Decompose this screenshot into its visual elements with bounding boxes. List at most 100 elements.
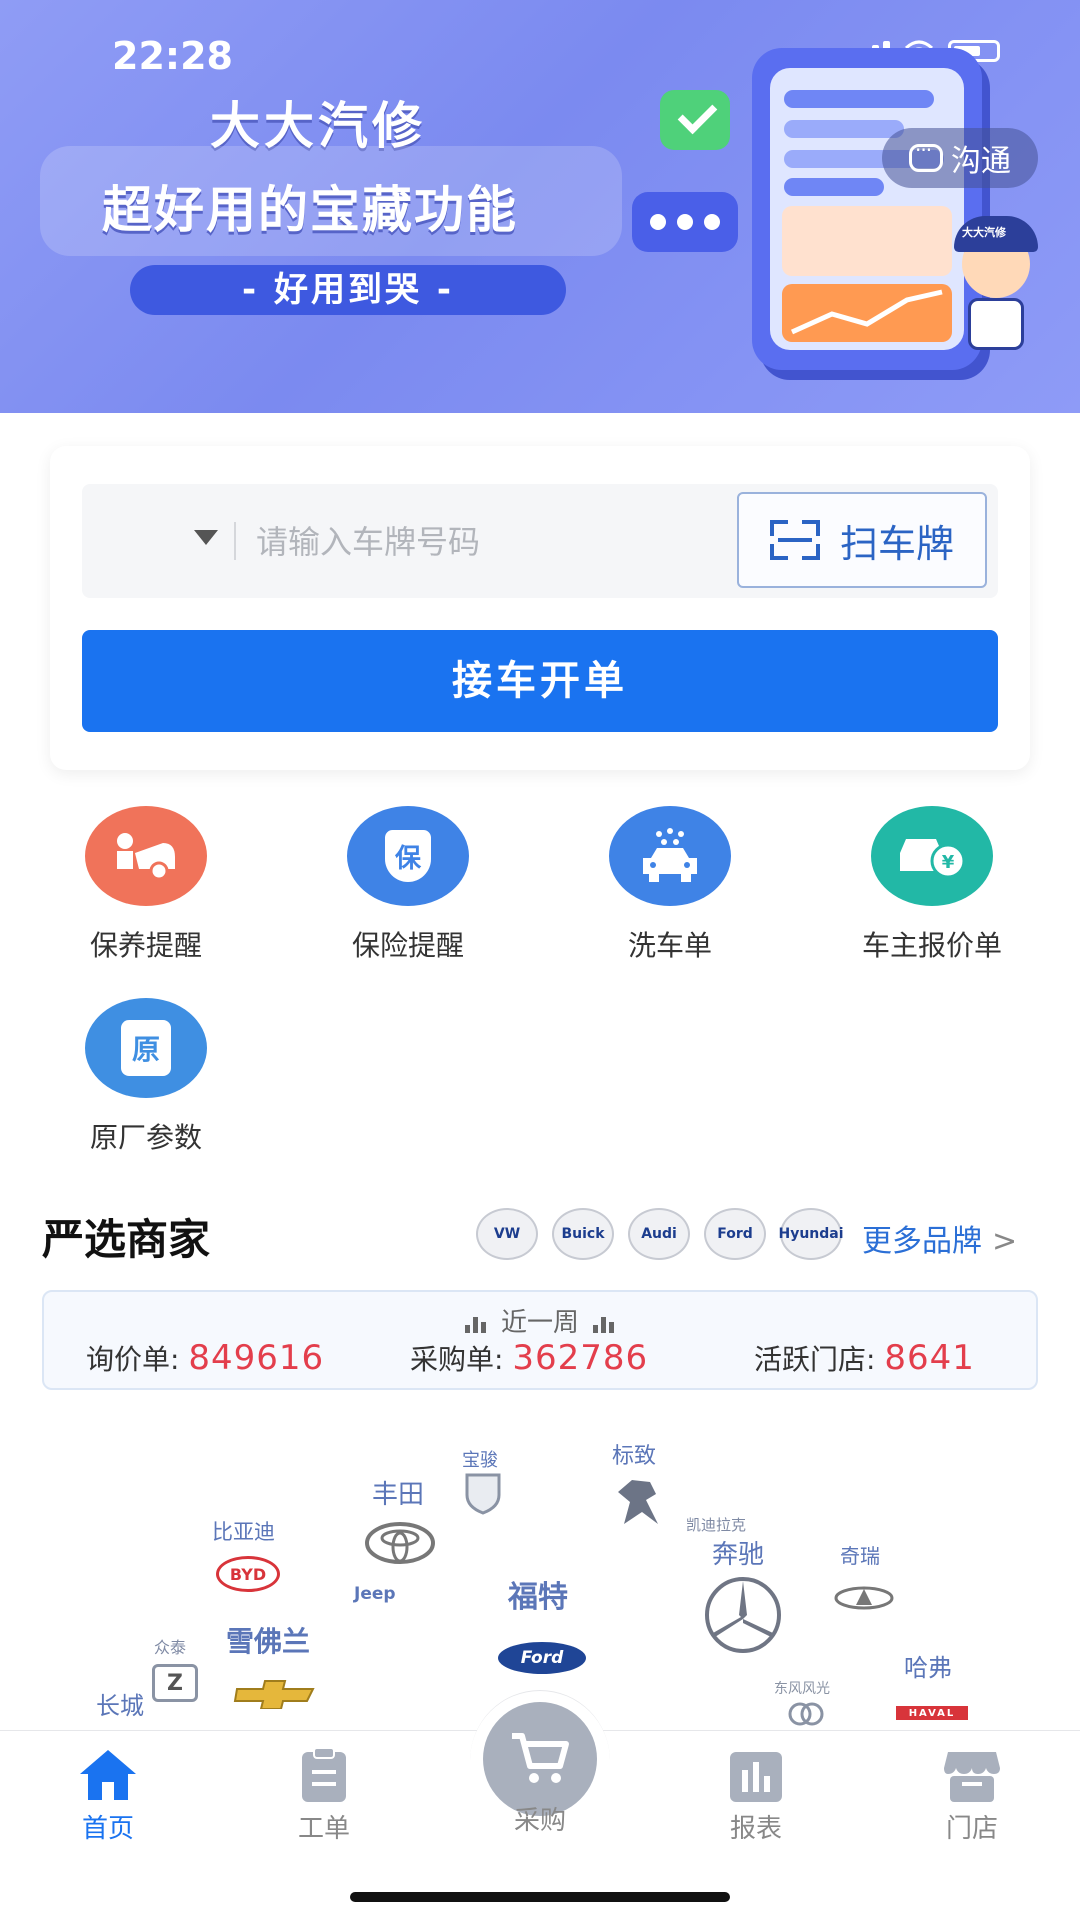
stat-active-stores: 活跃门店: 8641 — [754, 1338, 975, 1378]
mascot-cap-text: 大大汽修 — [962, 226, 1006, 239]
divider — [234, 522, 236, 560]
stat-inquiries: 询价单: 849616 — [86, 1338, 324, 1378]
brand-xuefolan[interactable]: 雪佛兰 — [226, 1620, 310, 1660]
brand-qirui[interactable]: 奇瑞 — [840, 1540, 880, 1569]
store-icon — [942, 1748, 1002, 1802]
zotye-logo-icon: Z — [152, 1664, 198, 1702]
tab-label: 首页 — [81, 1814, 134, 1844]
oem-glyph: 原 — [131, 1033, 160, 1066]
section-title-merchants: 严选商家 — [42, 1215, 211, 1264]
stats-period: 近一周 — [44, 1302, 1036, 1339]
car-wash-icon — [609, 806, 731, 906]
bar-chart-icon — [464, 1315, 487, 1333]
chery-logo-icon — [832, 1582, 896, 1614]
car-quote-icon: ¥ — [871, 806, 993, 906]
stat-purchases: 采购单: 362786 — [410, 1338, 648, 1378]
brand-logo-strip[interactable]: VW Buick Audi Ford Hyundai — [476, 1208, 844, 1260]
scan-icon — [769, 520, 820, 560]
more-brands-link[interactable]: 更多品牌 > — [862, 1216, 1017, 1260]
insurance-shield-icon: 保 — [347, 806, 469, 906]
home-icon — [78, 1748, 138, 1802]
stat-value: 849616 — [188, 1338, 325, 1378]
bar-chart-icon — [593, 1315, 615, 1333]
brand-hafu[interactable]: 哈弗 — [904, 1648, 952, 1683]
stat-label: 采购单: — [410, 1343, 504, 1376]
mercedes-logo-icon — [700, 1572, 786, 1658]
feature-car-wash[interactable]: 洗车单 — [570, 806, 770, 964]
toyota-logo-icon — [362, 1518, 438, 1568]
car-maintenance-icon — [85, 806, 207, 906]
buick-logo-icon: Buick — [552, 1208, 614, 1260]
banner-slogan: 超好用的宝藏功能 — [102, 181, 518, 239]
promo-banner[interactable]: 22:28 大大汽修 超好用的宝藏功能 - 好用到哭 - 大大汽修 ··· 沟通 — [0, 0, 1080, 413]
hyundai-logo-icon: Hyundai — [778, 1208, 844, 1260]
brand-kaidilake[interactable]: 凯迪拉克 — [686, 1514, 746, 1535]
stat-value: 362786 — [512, 1338, 649, 1378]
clipboard-icon — [294, 1747, 354, 1802]
baojun-logo-icon — [458, 1470, 508, 1516]
open-order-button[interactable]: 接车开单 — [82, 630, 998, 732]
plate-input-row: 扫车牌 — [82, 484, 998, 598]
haval-logo-icon: HAVAL — [896, 1706, 968, 1720]
brand-fengtian[interactable]: 丰田 — [372, 1474, 424, 1511]
tab-store[interactable]: 门店 — [912, 1748, 1032, 1845]
chevron-right-icon: > — [992, 1224, 1018, 1259]
feature-oem-params[interactable]: 原 原厂参数 — [46, 998, 246, 1156]
tab-label: 报表 — [729, 1814, 782, 1844]
oem-params-icon: 原 — [85, 998, 207, 1098]
province-dropdown-icon[interactable] — [194, 530, 218, 545]
stat-label: 询价单: — [86, 1343, 180, 1376]
tab-purchase[interactable]: 采购 — [480, 1786, 600, 1837]
chat-dots-bubble-icon — [632, 192, 738, 252]
ford-oval-logo-icon: Ford — [498, 1642, 586, 1674]
banner-tagline: - 好用到哭 - — [130, 265, 566, 315]
tab-reports[interactable]: 报表 — [696, 1748, 816, 1845]
peugeot-logo-icon — [604, 1470, 672, 1530]
chat-button[interactable]: 沟通 — [882, 128, 1038, 188]
brand-baojun[interactable]: 宝骏 — [462, 1446, 498, 1472]
svg-text:¥: ¥ — [942, 852, 955, 873]
brand-zhongtai[interactable]: 众泰 — [154, 1634, 186, 1658]
checkmark-bubble-icon — [660, 90, 730, 150]
byd-logo-icon: BYD — [216, 1556, 280, 1592]
feature-label: 保养提醒 — [89, 929, 202, 962]
brand-dongfeng[interactable]: 东风风光 — [774, 1678, 830, 1698]
brand-biaozhi[interactable]: 标致 — [612, 1438, 656, 1470]
stat-label: 活跃门店: — [754, 1343, 876, 1376]
dongfeng-logo-icon — [784, 1698, 828, 1730]
plate-number-input[interactable] — [254, 504, 758, 580]
more-brands-label: 更多品牌 — [862, 1224, 982, 1259]
brand-changcheng[interactable]: 长城 — [96, 1686, 144, 1721]
scan-plate-button[interactable]: 扫车牌 — [737, 492, 987, 588]
home-indicator — [350, 1892, 730, 1902]
tab-home[interactable]: 首页 — [48, 1748, 168, 1845]
scan-plate-label: 扫车牌 — [839, 521, 954, 566]
chat-label: 沟通 — [951, 144, 1011, 179]
plate-search-card: 扫车牌 接车开单 — [50, 446, 1030, 770]
brand-jeep[interactable]: Jeep — [354, 1584, 396, 1604]
mascot-illustration: 大大汽修 — [948, 210, 1044, 370]
feature-owner-quote[interactable]: ¥ 车主报价单 — [832, 806, 1032, 964]
tab-label: 门店 — [945, 1814, 998, 1844]
feature-insurance-reminder[interactable]: 保 保险提醒 — [308, 806, 508, 964]
vw-logo-icon: VW — [476, 1208, 538, 1260]
tab-work-orders[interactable]: 工单 — [264, 1747, 384, 1845]
brand-benchi[interactable]: 奔驰 — [712, 1534, 764, 1571]
feature-label: 原厂参数 — [89, 1121, 202, 1154]
brand-fute[interactable]: 福特 — [508, 1572, 568, 1616]
audi-logo-icon: Audi — [628, 1208, 690, 1260]
status-time: 22:28 — [112, 34, 233, 78]
tab-label: 采购 — [513, 1806, 566, 1836]
stat-value: 8641 — [884, 1338, 975, 1378]
tab-label: 工单 — [297, 1814, 350, 1844]
shield-glyph: 保 — [394, 843, 421, 874]
bar-chart-icon — [726, 1748, 786, 1802]
feature-label: 车主报价单 — [861, 929, 1002, 962]
feature-maintenance-reminder[interactable]: 保养提醒 — [46, 806, 246, 964]
chevrolet-logo-icon — [232, 1676, 318, 1712]
feature-label: 保险提醒 — [351, 929, 464, 962]
brand-biyadi[interactable]: 比亚迪 — [212, 1516, 275, 1546]
ford-logo-icon: Ford — [704, 1208, 766, 1260]
period-label: 近一周 — [500, 1308, 579, 1338]
chat-bubble-icon — [909, 138, 943, 172]
